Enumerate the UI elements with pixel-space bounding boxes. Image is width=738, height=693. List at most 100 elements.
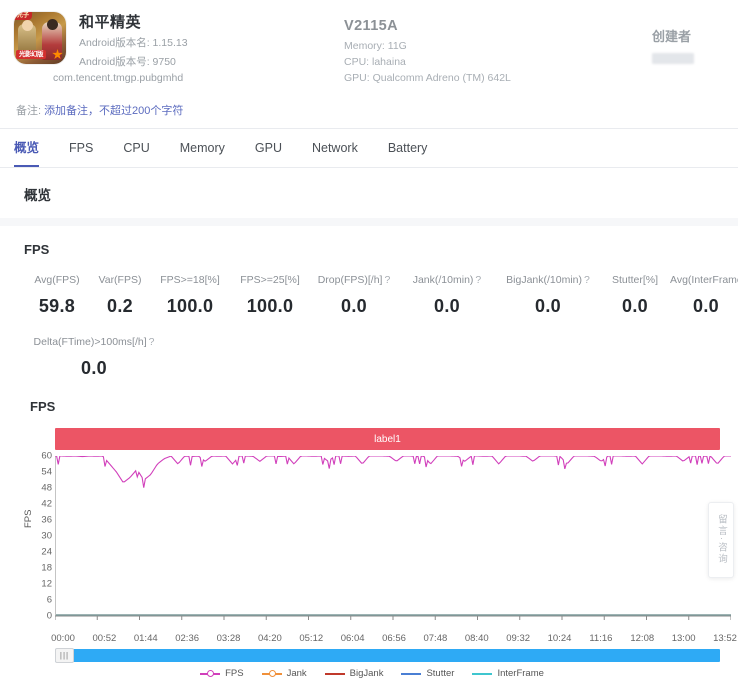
legend-swatch-jank (261, 669, 282, 679)
tab-network[interactable]: Network (312, 129, 358, 167)
y-tick-label: 60 (41, 450, 52, 462)
help-icon[interactable]: ? (475, 274, 481, 286)
metric-value: 0.2 (107, 296, 133, 316)
legend-item-stutter[interactable]: Stutter (401, 668, 454, 679)
metric-value: 0.0 (434, 296, 460, 316)
x-tick-label: 06:56 (382, 633, 406, 644)
tab-gpu[interactable]: GPU (255, 129, 282, 167)
metric-label: Delta(FTime)>100ms[/h]? (33, 336, 155, 348)
tab-overview[interactable]: 概览 (14, 129, 40, 167)
feedback-side-widget-text: 留言·咨询 (716, 514, 727, 566)
performance-report-page: 光子 光影幻版 和平精英 Android版本名: 1.15.13 Android… (0, 0, 738, 693)
x-tick-label: 02:36 (175, 633, 200, 644)
y-tick-label: 54 (41, 466, 52, 478)
legend-swatch-interframe (472, 669, 493, 679)
x-tick-label: 08:40 (464, 633, 489, 644)
x-tick-label: 12:08 (630, 633, 655, 644)
tab-fps[interactable]: FPS (69, 129, 93, 167)
y-tick-label: 36 (41, 514, 52, 526)
device-gpu: GPU: Qualcomm Adreno (TM) 642L (344, 72, 511, 84)
y-tick-label: 18 (41, 562, 52, 574)
metric-fps-18: FPS>=18[%] 100.0 (150, 273, 230, 317)
legend-item-fps[interactable]: FPS (200, 668, 244, 679)
tab-cpu[interactable]: CPU (123, 129, 149, 167)
x-tick-label: 07:48 (423, 633, 448, 644)
metric-value: 0.0 (535, 296, 561, 316)
y-axis: 0 6 12 18 24 30 36 42 48 54 60 (24, 451, 52, 631)
remark-label: 备注: (16, 105, 42, 117)
device-model: V2115A (344, 18, 398, 34)
fps-metrics-row-primary: Avg(FPS) 59.8 Var(FPS) 0.2 FPS>=18[%] 100.0 FP… (18, 257, 738, 317)
overview-card: 概览 (0, 168, 738, 218)
fps-plot-area[interactable]: FPS 0 6 12 18 24 30 36 42 48 54 60 (23, 451, 731, 631)
metric-jank-10min: Jank(/10min)? 0.0 (398, 273, 496, 317)
y-tick-label: 24 (41, 546, 52, 558)
help-icon[interactable]: ? (584, 274, 590, 286)
y-tick-label: 6 (46, 594, 52, 606)
help-icon[interactable]: ? (149, 336, 155, 348)
y-tick-label: 42 (41, 498, 52, 510)
legend-item-jank[interactable]: Jank (261, 668, 307, 679)
creator-value-redacted (652, 53, 694, 64)
legend-label: InterFrame (497, 668, 544, 679)
app-info-block: 光子 光影幻版 和平精英 Android版本名: 1.15.13 Android… (14, 10, 344, 86)
metric-value: 100.0 (246, 296, 294, 316)
metric-label: Drop(FPS)[/h]? (317, 274, 391, 286)
y-tick-label: 12 (41, 578, 52, 590)
metric-label: Var(FPS) (98, 274, 142, 286)
x-tick-label: 13:52 (713, 633, 737, 644)
remark-row: 备注: 添加备注，不超过200个字符 (14, 102, 724, 118)
legend-label: Stutter (426, 668, 455, 679)
app-icon: 光子 光影幻版 (14, 12, 66, 64)
tab-battery[interactable]: Battery (388, 129, 428, 167)
metric-drop-fps-h: Drop(FPS)[/h]? 0.0 (310, 273, 398, 317)
x-tick-label: 11:16 (589, 633, 613, 644)
x-tick-label: 13:00 (671, 633, 696, 644)
legend-swatch-fps (200, 669, 221, 679)
feedback-side-widget[interactable]: 留言·咨询 (708, 502, 734, 578)
tab-memory[interactable]: Memory (180, 129, 225, 167)
y-tick-label: 30 (41, 530, 52, 542)
x-tick-label: 03:28 (216, 633, 241, 644)
x-tick-label: 05:12 (299, 633, 324, 644)
fps-line-plot (55, 456, 731, 620)
app-package-name: com.tencent.tmgp.pubgmhd (53, 72, 184, 84)
metric-value: 59.8 (38, 296, 76, 316)
creator-block: 创建者 (614, 10, 724, 64)
x-tick-label: 00:00 (51, 633, 75, 644)
legend-label: Jank (286, 668, 307, 679)
app-version-name: Android版本名: 1.15.13 (79, 37, 188, 49)
metric-value: 0.0 (693, 296, 719, 316)
legend-item-interframe[interactable]: InterFrame (472, 668, 544, 679)
device-memory: Memory: 11G (344, 40, 407, 52)
fps-card: FPS Avg(FPS) 59.8 Var(FPS) 0.2 FPS>=18[%] 100… (0, 226, 738, 683)
chart-label-bar[interactable]: label1 (55, 428, 720, 450)
fps-metrics-row-secondary: Delta(FTime)>100ms[/h]? 0.0 (18, 317, 720, 399)
legend-label: BigJank (349, 668, 384, 679)
metric-stutter: Stutter[%] 0.0 (600, 273, 670, 317)
metric-value: 0.0 (81, 358, 107, 378)
x-tick-label: 01:44 (133, 633, 158, 644)
legend-swatch-stutter (401, 669, 422, 679)
metric-label: BigJank(/10min)? (506, 274, 590, 286)
chart-range-scrollbar[interactable]: ||| (55, 648, 720, 663)
card-gap-1 (0, 218, 738, 226)
help-icon[interactable]: ? (384, 274, 390, 286)
metric-value: 0.0 (341, 296, 367, 316)
overview-card-title: 概览 (24, 188, 51, 203)
x-tick-label: 00:52 (92, 633, 117, 644)
metric-label: Avg(InterFrame) (670, 274, 738, 286)
metric-value: 0.0 (622, 296, 648, 316)
x-axis: 00:00 00:52 01:44 02:36 03:28 04:20 05:12 06:04… (51, 631, 737, 647)
legend-item-bigjank[interactable]: BigJank (324, 668, 384, 679)
chart-range-handle[interactable]: ||| (55, 648, 74, 663)
y-tick-label: 0 (46, 610, 52, 622)
device-cpu: CPU: lahaina (344, 56, 406, 68)
add-remark-link[interactable]: 添加备注，不超过200个字符 (44, 105, 183, 117)
fps-chart-block: FPS label1 FPS 0 6 12 18 24 30 36 42 48 54 60 00:0… (18, 399, 737, 683)
metric-value: 100.0 (166, 296, 214, 316)
legend-label: FPS (225, 668, 244, 679)
chart-legend: FPS Jank BigJank Stutter InterFrame (24, 668, 720, 683)
metric-var-fps: Var(FPS) 0.2 (90, 273, 150, 317)
device-info-block: V2115A Memory: 11G CPU: lahaina GPU: Qua… (344, 10, 614, 86)
